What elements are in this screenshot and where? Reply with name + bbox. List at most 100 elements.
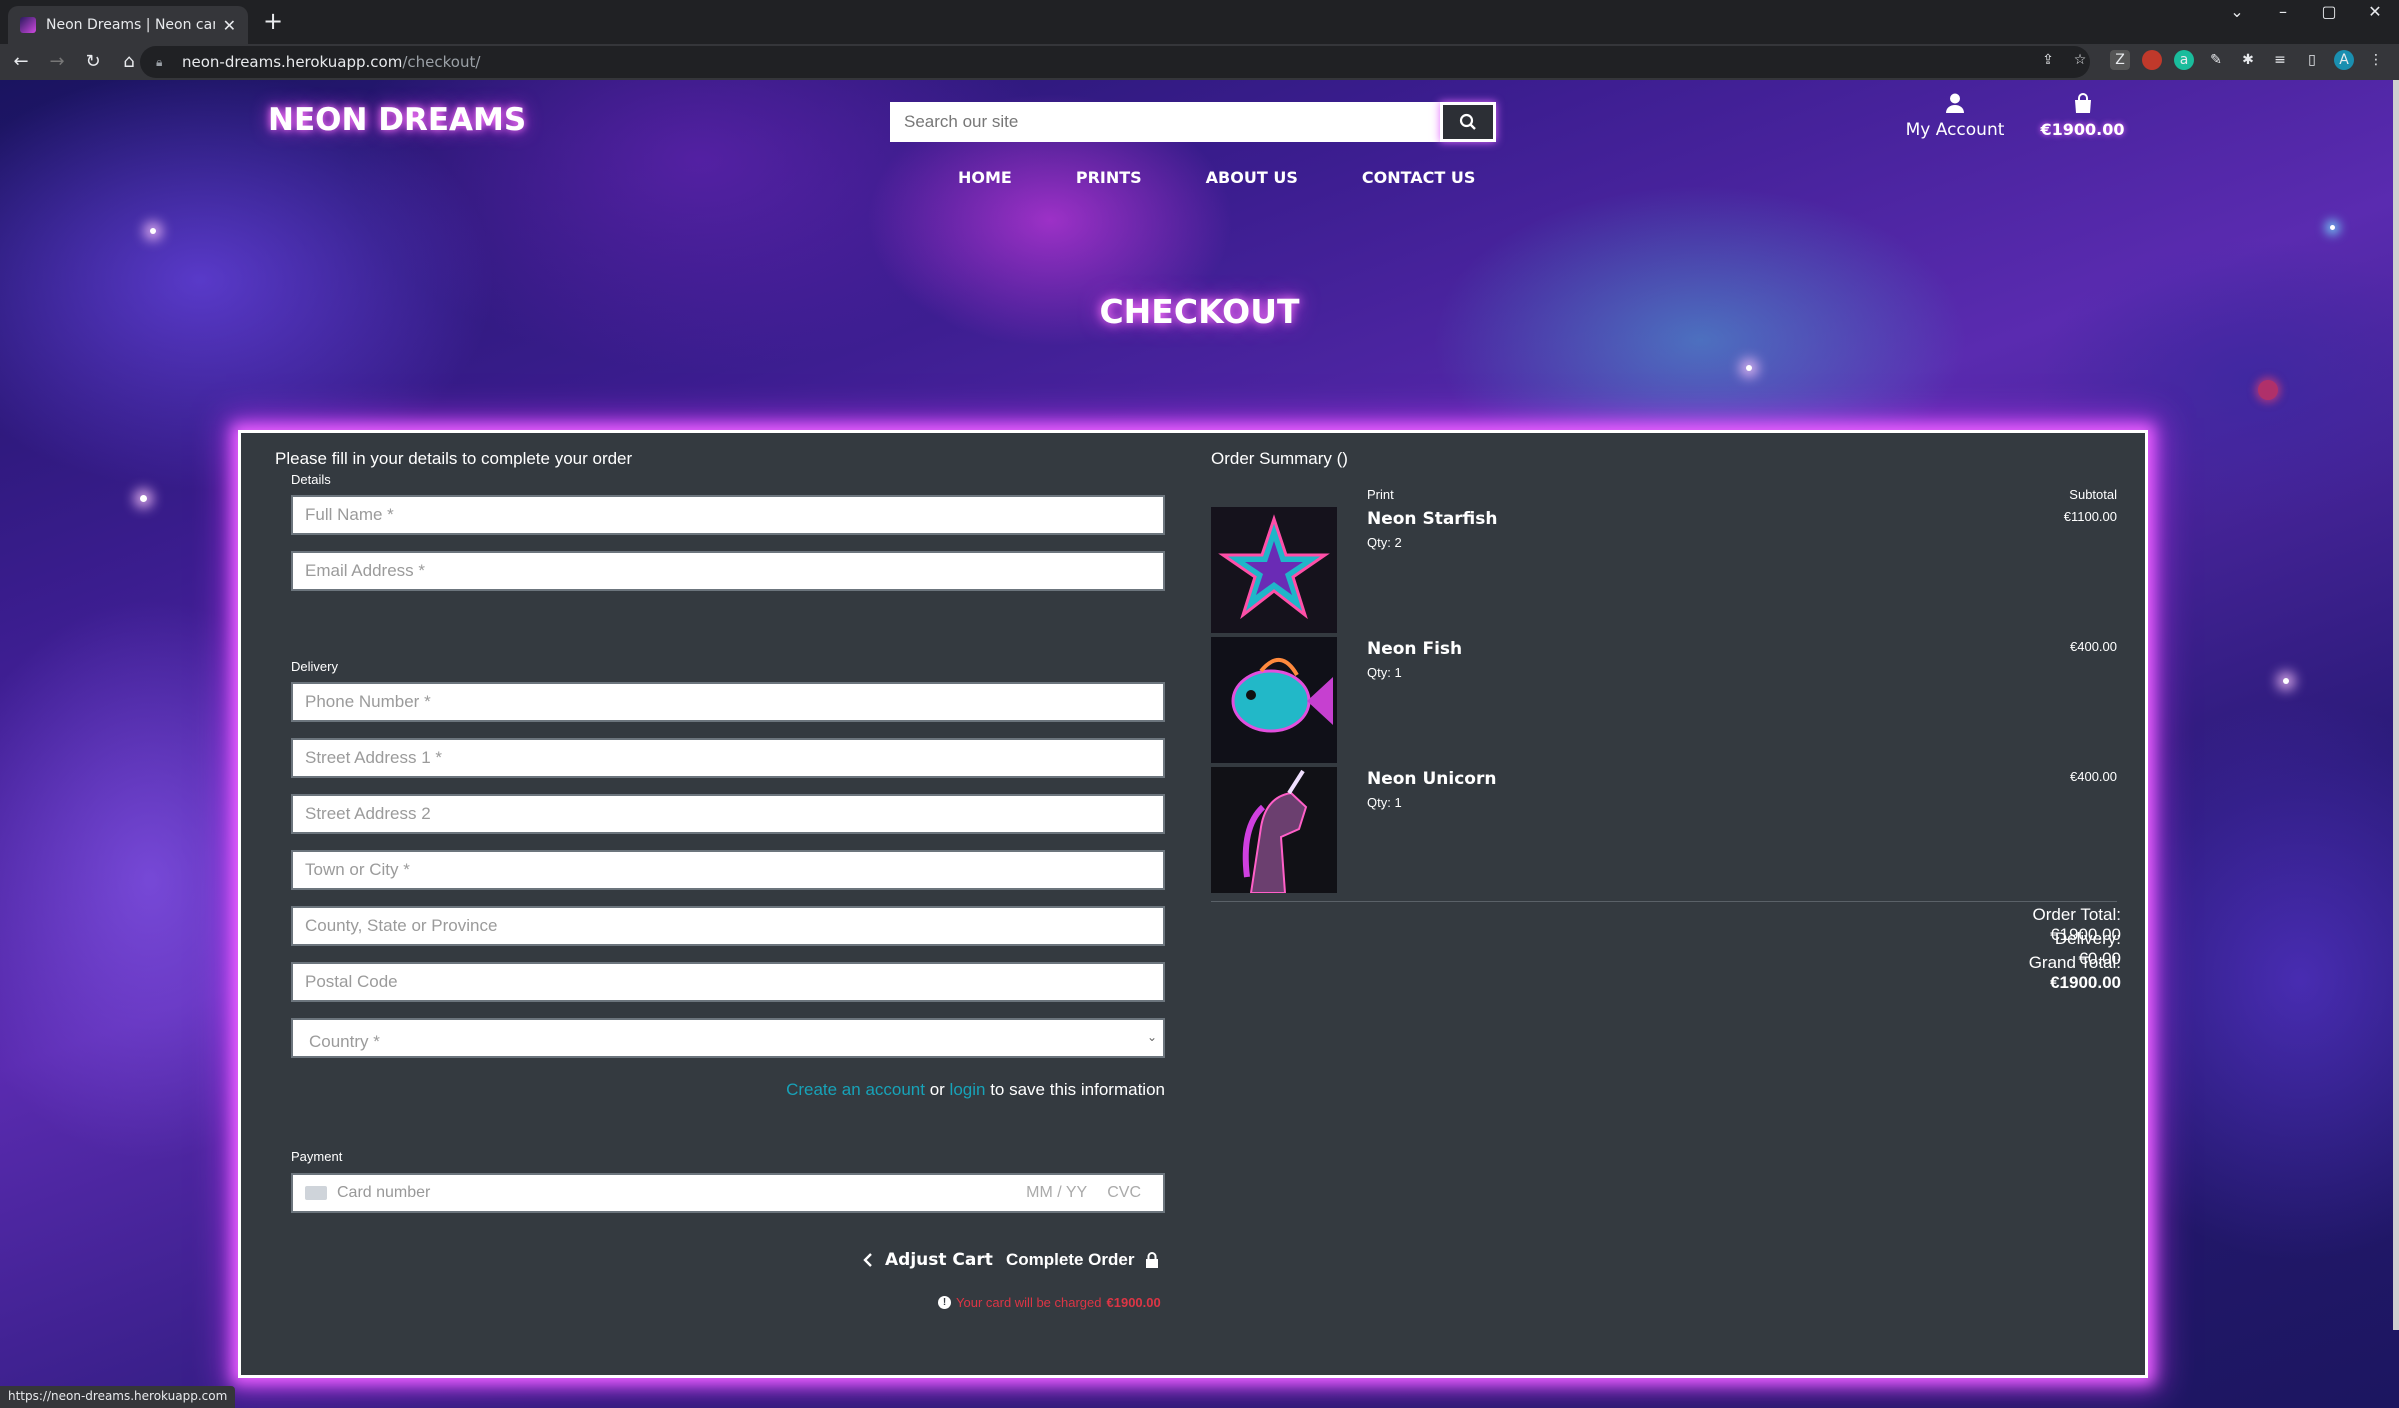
column-print: Print [1367,487,1394,502]
new-tab-button[interactable]: + [258,6,288,36]
cart-total: €1900.00 [2040,120,2125,139]
complete-order-button[interactable]: Complete Order [1006,1250,1160,1270]
address-bar[interactable]: 🔒︎ neon-dreams.herokuapp.com/checkout/ [140,46,2090,78]
star-decoration [140,495,147,502]
forward-icon[interactable]: → [42,47,72,77]
login-link[interactable]: login [950,1080,986,1099]
extensions-puzzle-icon[interactable]: ✱ [2238,50,2258,70]
charge-notice: ! Your card will be charged €1900.00 [938,1295,1161,1310]
delivery-label: Delivery: [2054,929,2121,948]
tab-search-icon[interactable]: ⌄ [2214,0,2260,24]
postal-code-field[interactable] [291,962,1165,1002]
profile-avatar[interactable]: A [2334,50,2354,70]
search-button[interactable] [1440,102,1496,142]
details-legend: Details [291,472,331,487]
item-qty: Qty: 2 [1367,535,1402,550]
payment-legend: Payment [291,1149,343,1164]
street-address-2-field[interactable] [291,794,1165,834]
email-field[interactable] [291,551,1165,591]
search-form [890,102,1496,142]
star-decoration [1746,365,1752,371]
country-select-value: Country * [309,1032,380,1051]
nav-contact-us[interactable]: CONTACT US [1362,168,1476,187]
planet-decoration [2258,380,2278,400]
cart-link[interactable]: €1900.00 [2040,92,2125,139]
lock-icon: 🔒︎ [156,55,163,69]
side-panel-icon[interactable]: ▯ [2302,50,2322,70]
town-city-field[interactable] [291,850,1165,890]
adjust-cart-button[interactable]: Adjust Cart [861,1250,993,1270]
bookmark-star-icon[interactable]: ☆ [2070,50,2090,70]
phone-field[interactable] [291,682,1165,722]
item-subtotal: €400.00 [2070,769,2117,784]
url-host: neon-dreams.herokuapp.com [182,53,403,71]
search-input[interactable] [890,102,1440,142]
charge-amount: €1900.00 [1106,1295,1161,1310]
my-account-label: My Account [1905,120,2005,140]
minimize-icon[interactable]: – [2260,0,2306,24]
extension-green-icon[interactable]: a [2174,50,2194,70]
order-item: Neon Unicorn Qty: 1 €400.00 [1211,767,2117,893]
street-address-1-field[interactable] [291,738,1165,778]
summary-divider [1211,901,2117,902]
star-decoration [150,228,156,234]
extension-z-icon[interactable]: Z [2110,50,2130,70]
country-select[interactable]: Country * ⌄ [291,1018,1165,1058]
grand-total-label: Grand Total: [2028,953,2121,972]
or-text: or [924,1080,950,1099]
item-qty: Qty: 1 [1367,665,1402,680]
adjust-cart-label: Adjust Cart [885,1250,993,1270]
reading-list-icon[interactable]: ≡ [2270,50,2290,70]
grand-total-value: €1900.00 [2050,973,2121,992]
item-image-starfish[interactable] [1211,507,1337,633]
nav-prints[interactable]: PRINTS [1076,168,1142,187]
maximize-icon[interactable]: ▢ [2306,0,2352,24]
nav-home[interactable]: HOME [958,168,1012,187]
chevron-down-icon: ⌄ [1146,1030,1157,1044]
chevron-left-icon [863,1253,872,1267]
info-circle-icon: ! [938,1296,951,1309]
full-name-field[interactable] [291,495,1165,535]
column-subtotal: Subtotal [2069,487,2117,502]
county-field[interactable] [291,906,1165,946]
browser-tab[interactable]: Neon Dreams | Neon canvas prin ✕ [8,6,248,44]
order-item: Neon Fish Qty: 1 €400.00 [1211,637,2117,763]
main-nav: HOME PRINTS ABOUT US CONTACT US [958,168,1539,187]
browser-menu-icon[interactable]: ⋮ [2366,50,2386,70]
item-image-unicorn[interactable] [1211,767,1337,893]
browser-tab-strip: Neon Dreams | Neon canvas prin ✕ + ⌄ – ▢… [0,0,2399,44]
item-subtotal: €1100.00 [2063,509,2117,524]
my-account-link[interactable]: My Account [1905,92,2005,140]
create-account-link[interactable]: Create an account [786,1080,925,1099]
page-title: CHECKOUT [1099,292,1300,331]
save-suffix-text: to save this information [985,1080,1165,1099]
site-logo[interactable]: NEON DREAMS [268,102,526,138]
star-decoration [2283,678,2289,684]
page-scrollbar[interactable] [2393,80,2399,1330]
card-expiry-placeholder: MM / YY [1026,1184,1088,1201]
charge-text: Your card will be charged [956,1295,1102,1310]
tab-close-icon[interactable]: ✕ [223,16,236,35]
item-image-fish[interactable] [1211,637,1337,763]
search-icon [1459,113,1476,130]
order-summary-heading: Order Summary () [1211,449,1348,468]
extension-pen-icon[interactable]: ✎ [2206,50,2226,70]
grand-total-row: Grand Total: €1900.00 [1781,953,2121,993]
status-bar-url: https://neon-dreams.herokuapp.com [0,1386,236,1408]
extension-red-icon[interactable] [2142,50,2162,70]
star-decoration [2330,225,2335,230]
save-info-text: Create an account or login to save this … [291,1080,1165,1100]
user-icon [1946,93,1964,113]
share-icon[interactable]: ⇪ [2038,50,2058,70]
form-heading: Please fill in your details to complete … [275,449,633,468]
item-qty: Qty: 1 [1367,795,1402,810]
card-number-placeholder: Card number [337,1184,431,1201]
reload-icon[interactable]: ↻ [78,47,108,77]
close-window-icon[interactable]: ✕ [2352,0,2398,24]
order-item: Neon Starfish Qty: 2 €1100.00 [1211,507,2117,633]
back-icon[interactable]: ← [6,47,36,77]
card-element[interactable]: Card number MM / YY CVC [291,1173,1165,1213]
nav-about-us[interactable]: ABOUT US [1206,168,1298,187]
page-viewport: NEON DREAMS My Account €1900.00 HOME PRI… [0,80,2399,1408]
url-path: /checkout/ [402,53,481,71]
